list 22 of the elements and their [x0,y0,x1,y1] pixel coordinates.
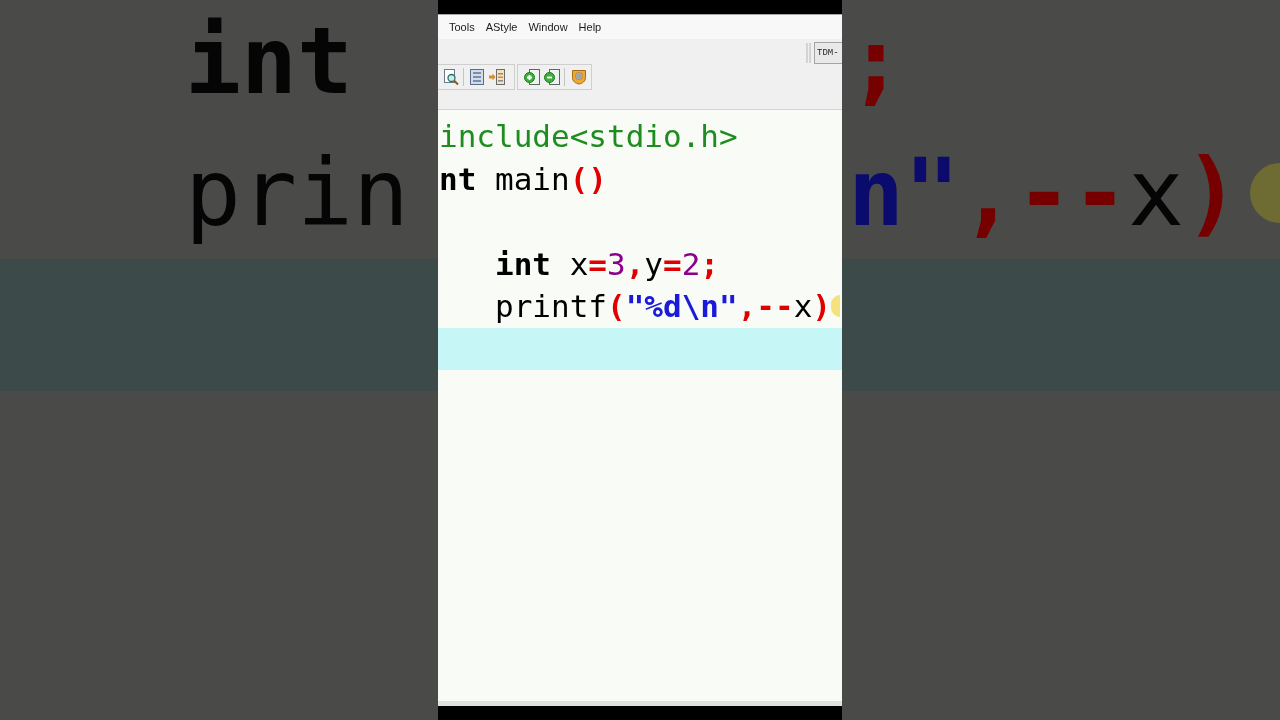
code-line: ; [848,6,904,117]
menu-item[interactable]: AStyle [485,20,518,34]
code-line: int x=3,y=2; [495,244,720,284]
menu-item[interactable]: Window [528,20,568,34]
shield-icon[interactable] [571,69,587,85]
code-line: n",--x) [848,138,1240,249]
menu-item[interactable]: Tools [449,20,475,34]
document-plus-icon[interactable] [524,69,540,85]
dropdown[interactable]: TDM- [814,42,842,64]
document-lines-icon[interactable] [469,69,485,85]
code-line: int [185,6,353,117]
document-search-icon[interactable] [443,69,459,85]
document-minus-icon[interactable] [544,69,560,85]
code-line: include<stdio.h> [439,117,738,156]
horizontal-scrollbar[interactable] [438,701,842,706]
code-line: prin [185,138,409,249]
code-line: printf("%d\n",--x) [495,287,831,326]
code-editor[interactable]: include<stdio.h> nt main() int x=3,y=2; printf("%d\n",--x) [438,110,842,701]
menu-item[interactable]: Help [578,20,602,34]
code-line: nt main() [439,159,607,199]
arrow-document-icon[interactable] [489,69,505,85]
grip-icon[interactable] [806,42,812,64]
